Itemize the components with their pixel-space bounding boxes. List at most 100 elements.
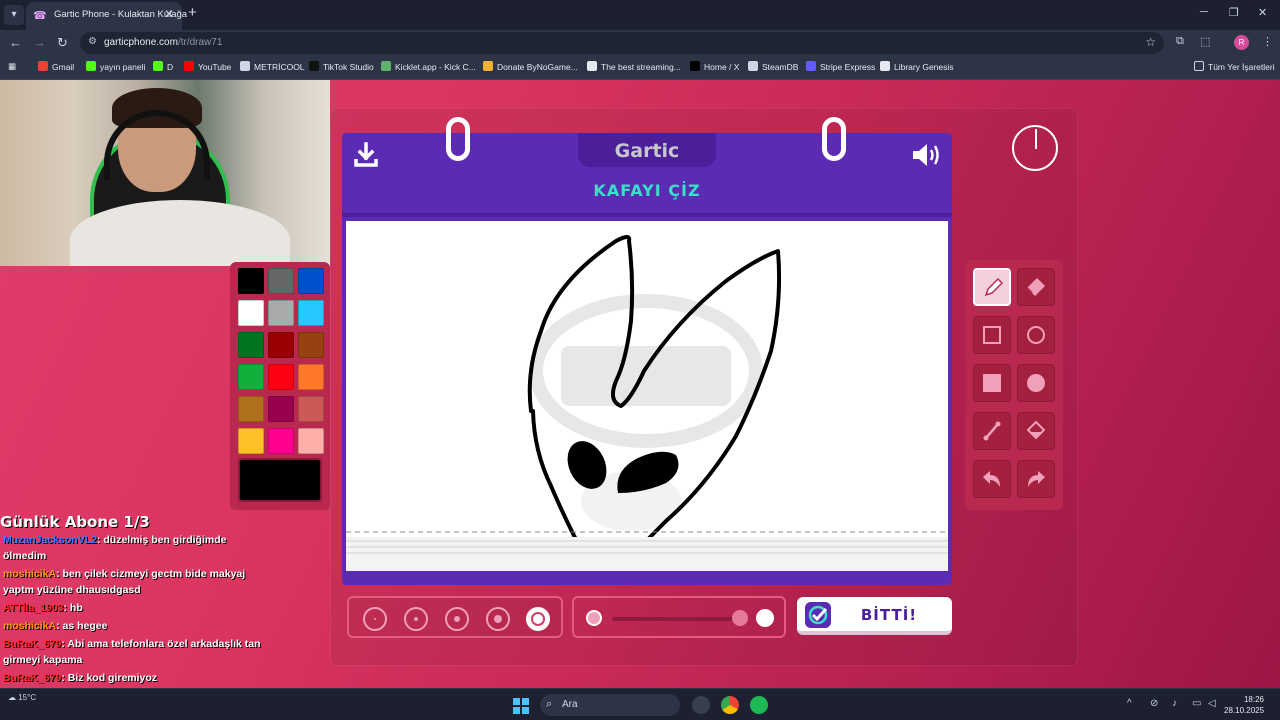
display-icon[interactable]: ▭: [1192, 698, 1201, 709]
microphone-icon[interactable]: ♪: [1172, 698, 1177, 709]
speaker-icon[interactable]: ◁: [1208, 698, 1216, 709]
undo-button[interactable]: [973, 460, 1011, 498]
bookmark-x[interactable]: Home / X: [690, 61, 739, 72]
site-info-icon[interactable]: ⚙: [88, 36, 97, 47]
apps-grid-icon[interactable]: ▦: [8, 61, 16, 72]
network-off-icon[interactable]: ⊘: [1150, 698, 1158, 709]
filled-rectangle-tool[interactable]: [973, 364, 1011, 402]
bookmark-library-genesis[interactable]: Library Genesis: [880, 61, 954, 72]
brush-size-3[interactable]: [445, 607, 469, 631]
all-bookmarks-folder[interactable]: Tüm Yer İşaretleri: [1194, 61, 1275, 72]
color-swatch[interactable]: [238, 396, 264, 422]
bookmark-metricool[interactable]: METRİCOOL: [240, 61, 305, 72]
color-swatch[interactable]: [268, 428, 294, 454]
color-swatch[interactable]: [238, 428, 264, 454]
bookmark-tiktok-studio[interactable]: TikTok Studio: [309, 61, 374, 72]
spotify-icon[interactable]: [750, 696, 768, 714]
download-icon[interactable]: [352, 141, 380, 169]
tab-close-icon[interactable]: ✕: [164, 7, 174, 21]
extensions-icon[interactable]: ⬚: [1200, 35, 1210, 48]
back-icon[interactable]: ←: [9, 35, 22, 50]
bookmark-kicklet[interactable]: Kicklet.app - Kick C...: [381, 61, 476, 72]
brush-size-1[interactable]: [363, 607, 387, 631]
minimize-icon[interactable]: ─: [1200, 6, 1208, 18]
line-tool[interactable]: [973, 412, 1011, 450]
brush-size-2[interactable]: [404, 607, 428, 631]
color-swatch[interactable]: [268, 396, 294, 422]
redo-button[interactable]: [1017, 460, 1055, 498]
brush-size-4[interactable]: [486, 607, 510, 631]
taskbar-search-placeholder: Ara: [562, 699, 578, 710]
chat-username: MuzanJacksonVL2: [3, 534, 97, 546]
bookmark-star-icon[interactable]: ☆: [1145, 35, 1156, 49]
done-label: BİTTİ!: [860, 606, 918, 624]
color-swatch[interactable]: [238, 268, 264, 294]
color-swatch[interactable]: [298, 332, 324, 358]
color-swatch[interactable]: [298, 364, 324, 390]
weather-icon: ☁: [8, 693, 19, 702]
color-palette: [230, 262, 330, 510]
forward-icon[interactable]: →: [33, 35, 46, 50]
profile-avatar[interactable]: R: [1234, 35, 1249, 50]
start-button[interactable]: [513, 698, 529, 714]
color-swatch[interactable]: [268, 300, 294, 326]
color-swatch[interactable]: [298, 396, 324, 422]
bookmark-youtube[interactable]: YouTube: [184, 61, 231, 72]
rectangle-tool[interactable]: [973, 316, 1011, 354]
checkmark-icon: [805, 602, 831, 628]
bookmark-steamdb[interactable]: SteamDB: [748, 61, 798, 72]
color-swatch[interactable]: [238, 332, 264, 358]
tray-chevron-icon[interactable]: ^: [1127, 698, 1132, 709]
pen-tool[interactable]: [973, 268, 1011, 306]
tab-search-button[interactable]: ▾: [4, 5, 24, 25]
drawing-notebook: Gartic KAFAYI ÇİZ: [342, 117, 952, 585]
color-swatch[interactable]: [238, 364, 264, 390]
search-icon: ⌕: [546, 698, 553, 710]
tiktok-icon: [309, 61, 319, 71]
opacity-thumb[interactable]: [732, 610, 748, 626]
url-path: /tr/draw71: [177, 37, 223, 48]
weather-widget[interactable]: ☁ 15°C: [8, 693, 36, 702]
volume-icon[interactable]: [910, 141, 942, 169]
bookmark-stripe[interactable]: Stripe Express: [806, 61, 875, 72]
browser-menu-icon[interactable]: ⋮: [1262, 35, 1273, 48]
opacity-slider[interactable]: [572, 596, 786, 638]
filled-ellipse-tool[interactable]: [1017, 364, 1055, 402]
notebook-ring-left: [446, 117, 470, 161]
bookmark-gmail[interactable]: Gmail: [38, 61, 74, 72]
color-swatch[interactable]: [268, 332, 294, 358]
app-icon-generic[interactable]: [692, 696, 710, 714]
bookmark-bynogame[interactable]: Donate ByNoGame...: [483, 61, 578, 72]
restore-icon[interactable]: ❐: [1229, 6, 1239, 19]
new-tab-icon[interactable]: +: [188, 4, 197, 21]
fill-tool[interactable]: [1017, 412, 1055, 450]
eraser-tool[interactable]: [1017, 268, 1055, 306]
reload-icon[interactable]: ↻: [57, 35, 68, 51]
chat-username: ATTİla_1903: [3, 602, 64, 614]
close-window-icon[interactable]: ✕: [1258, 6, 1267, 19]
brush-size-5[interactable]: [526, 607, 550, 631]
browser-tab[interactable]: ☎ Gartic Phone - Kulaktan Kulağa ✕: [26, 2, 187, 30]
ellipse-tool[interactable]: [1017, 316, 1055, 354]
book-icon: [880, 61, 890, 71]
opacity-track[interactable]: [612, 617, 742, 621]
color-swatch[interactable]: [298, 268, 324, 294]
url-field[interactable]: ⚙ garticphone.com/tr/draw71 ☆: [80, 32, 1164, 54]
color-swatch[interactable]: [268, 268, 294, 294]
opacity-high-icon: [756, 609, 774, 627]
bookmark-streaming[interactable]: The best streaming...: [587, 61, 681, 72]
chrome-icon[interactable]: [721, 696, 739, 714]
color-swatch[interactable]: [268, 364, 294, 390]
color-swatch[interactable]: [298, 300, 324, 326]
drawing-canvas[interactable]: [346, 221, 948, 571]
translate-icon[interactable]: ⧉: [1176, 35, 1184, 48]
bookmark-d[interactable]: D: [153, 61, 173, 72]
chat-message: MuzanJacksonVL2: düzelmiş ben girdiğimde…: [3, 532, 263, 564]
system-clock[interactable]: 18:26 28.10.2025: [1224, 694, 1264, 716]
color-swatch[interactable]: [298, 428, 324, 454]
color-swatch[interactable]: [238, 300, 264, 326]
done-button[interactable]: BİTTİ!: [797, 597, 952, 635]
bookmark-yayin-paneli[interactable]: yayın paneli: [86, 61, 145, 72]
paint-bucket-icon: [1026, 420, 1046, 440]
taskbar-search[interactable]: ⌕ Ara: [540, 694, 680, 716]
